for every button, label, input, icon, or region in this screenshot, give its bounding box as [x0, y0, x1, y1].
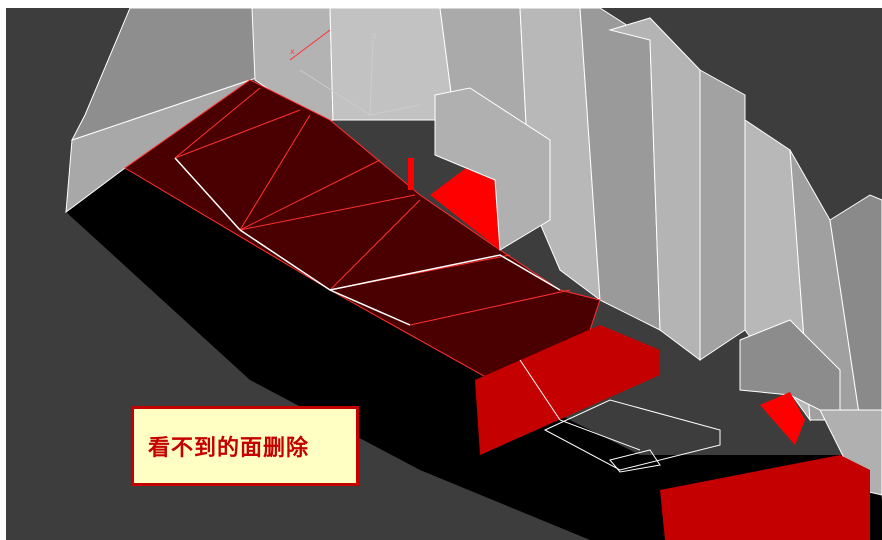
annotation-text: 看不到的面删除: [148, 436, 310, 461]
box-column-7: [699, 69, 746, 361]
annotation-callout: 看不到的面删除: [131, 406, 359, 486]
3d-viewport[interactable]: z x 看不到的面删除: [6, 8, 882, 540]
gizmo-label-z: z: [372, 31, 376, 40]
gizmo-label-x: x: [290, 47, 295, 56]
box-column-2: [329, 8, 453, 121]
red-strip-vertical[interactable]: [408, 158, 414, 190]
